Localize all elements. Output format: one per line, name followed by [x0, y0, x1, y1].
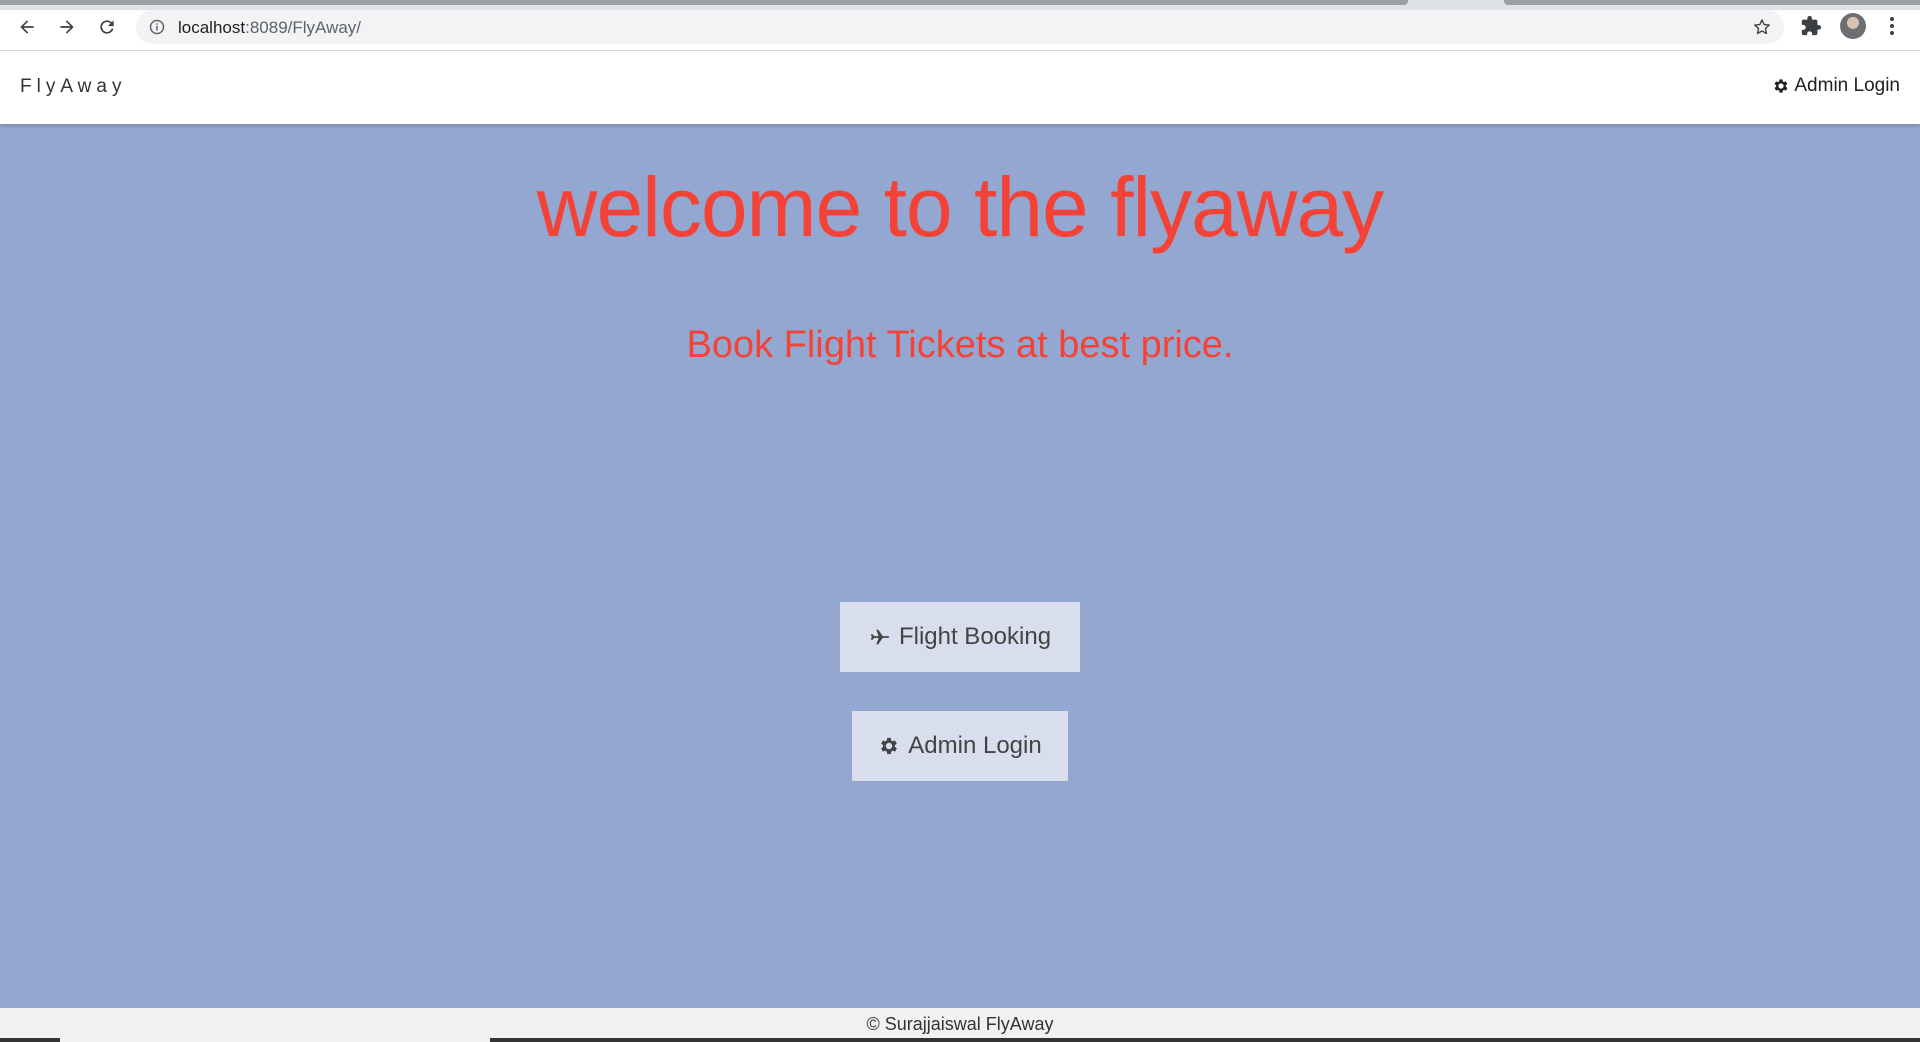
gear-icon [1774, 79, 1788, 93]
main-content: welcome to the flyaway Book Flight Ticke… [0, 124, 1920, 1008]
back-button[interactable] [12, 12, 42, 42]
admin-login-label: Admin Login [908, 732, 1042, 759]
active-tab[interactable] [0, 0, 1408, 5]
tab-strip [0, 0, 1920, 10]
hero-title: welcome to the flyaway [536, 160, 1384, 254]
flight-booking-label: Flight Booking [898, 623, 1052, 650]
brand-logo[interactable]: FlyAway [20, 76, 126, 98]
reload-button[interactable] [92, 12, 122, 42]
forward-button[interactable] [52, 12, 82, 42]
avatar[interactable] [1840, 13, 1866, 39]
url-text: localhost:8089/FlyAway/ [178, 18, 361, 38]
footer-divider [0, 1038, 60, 1042]
info-icon[interactable] [149, 19, 165, 35]
star-icon[interactable] [1752, 17, 1772, 37]
url-host: localhost [178, 18, 246, 37]
address-bar[interactable]: localhost:8089/FlyAway/ [136, 10, 1784, 44]
back-arrow-icon [20, 20, 34, 34]
url-path: :8089/FlyAway/ [245, 18, 362, 37]
footer: © Surajjaiswal FlyAway [0, 1008, 1920, 1042]
browser-chrome: localhost:8089/FlyAway/ [0, 0, 1920, 51]
puzzle-icon[interactable] [1800, 15, 1822, 37]
reload-icon [100, 20, 114, 34]
footer-text: © Surajjaiswal FlyAway [866, 1014, 1054, 1034]
forward-arrow-icon [60, 20, 74, 34]
nav-admin-login-link[interactable]: Admin Login [1772, 75, 1900, 97]
plane-icon [870, 629, 890, 645]
other-tab[interactable] [1504, 0, 1920, 5]
footer-divider [490, 1038, 1920, 1042]
flight-booking-button[interactable]: Flight Booking [840, 602, 1080, 672]
admin-login-button[interactable]: Admin Login [852, 711, 1068, 781]
menu-dots-icon[interactable] [1884, 15, 1900, 37]
nav-admin-login-label: Admin Login [1794, 75, 1900, 96]
hero-subtitle: Book Flight Tickets at best price. [686, 324, 1234, 366]
site-navbar: FlyAway Admin Login [0, 51, 1920, 124]
gear-icon [881, 737, 898, 755]
